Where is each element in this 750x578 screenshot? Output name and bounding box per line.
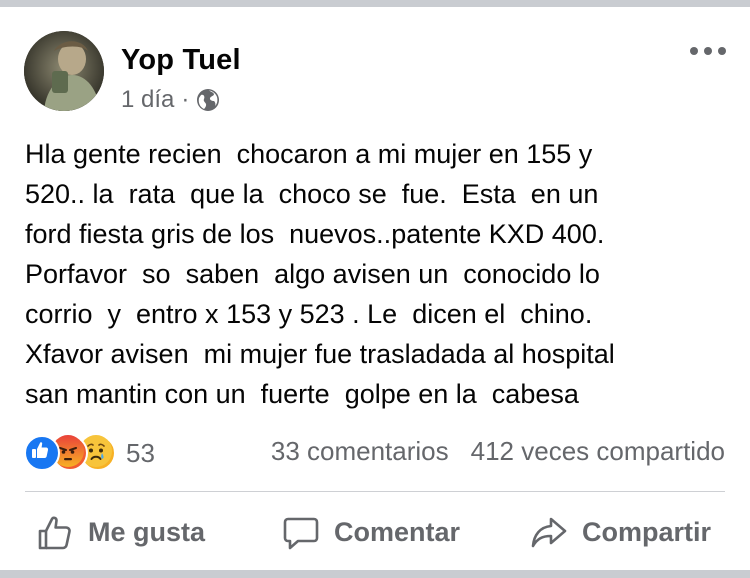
engagement-stats: 33 comentarios 412 veces compartido: [271, 436, 725, 467]
post-meta: 1 día ·: [121, 86, 220, 114]
author-name[interactable]: Yop Tuel: [121, 44, 241, 77]
bottom-separator: [0, 570, 750, 578]
avatar[interactable]: [24, 31, 104, 111]
dot-icon: [690, 47, 698, 55]
comments-count-link[interactable]: 33 comentarios: [271, 436, 449, 467]
like-label: Me gusta: [88, 517, 206, 547]
globe-icon[interactable]: [196, 88, 220, 112]
share-arrow-icon: [530, 514, 568, 552]
share-button[interactable]: Compartir: [530, 505, 711, 560]
dot-icon: [718, 47, 726, 55]
dot-icon: [704, 47, 712, 55]
comment-button[interactable]: Comentar: [282, 505, 460, 560]
shares-count-link[interactable]: 412 veces compartido: [471, 436, 725, 467]
like-button[interactable]: Me gusta: [36, 505, 205, 560]
actions-divider: [25, 491, 725, 492]
comment-label: Comentar: [334, 517, 461, 547]
comment-bubble-icon: [282, 514, 320, 552]
thumbs-up-icon: [36, 514, 74, 552]
post-time[interactable]: 1 día: [121, 86, 174, 114]
like-icon: [24, 435, 60, 471]
action-bar: Me gusta Comentar Compartir: [0, 505, 750, 560]
reaction-count: 53: [126, 437, 155, 468]
meta-separator: ·: [181, 86, 190, 113]
top-separator: [0, 0, 750, 7]
share-label: Compartir: [582, 517, 712, 547]
more-options-button[interactable]: [690, 40, 726, 62]
post-text: Hla gente recien chocaron a mi mujer en …: [25, 139, 615, 409]
reactions-summary[interactable]: 53: [24, 433, 155, 473]
